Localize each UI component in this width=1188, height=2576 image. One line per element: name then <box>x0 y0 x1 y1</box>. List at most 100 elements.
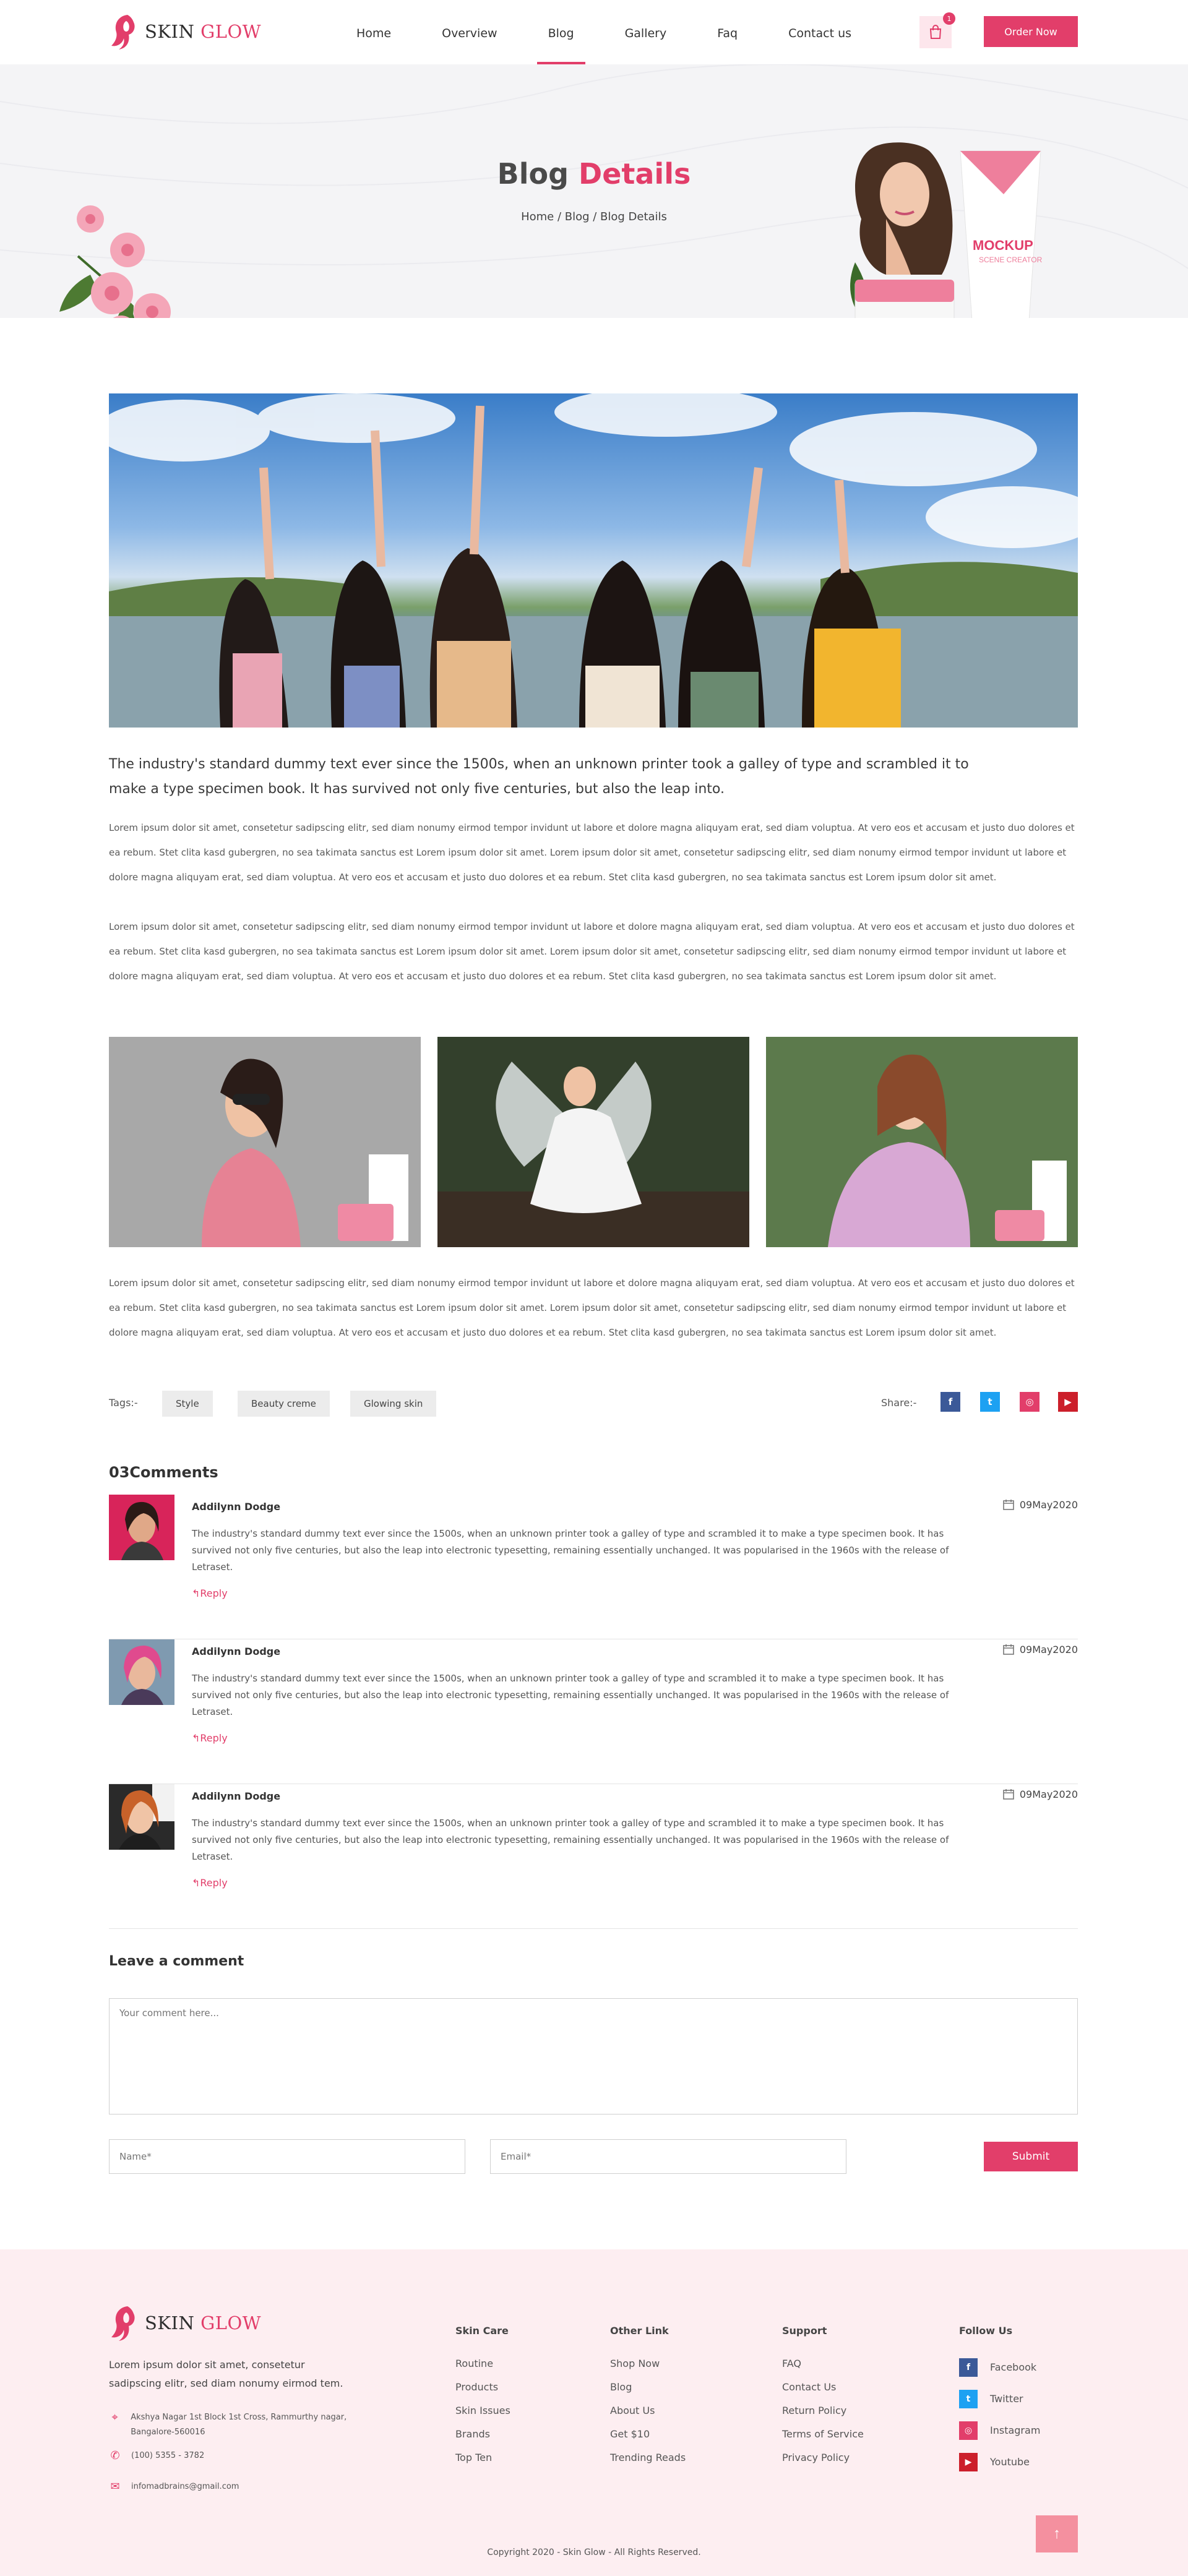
cart-count-badge: 1 <box>943 12 955 25</box>
facebook-icon: f <box>959 2358 978 2377</box>
email-field[interactable] <box>490 2139 846 2174</box>
woman-lilac-dress-illustration <box>766 1037 1078 1247</box>
nav-faq[interactable]: Faq <box>717 0 738 64</box>
footer-link-terms[interactable]: Terms of Service <box>782 2428 864 2452</box>
footer-col-title: Follow Us <box>959 2325 1013 2337</box>
blog-hero-image <box>109 393 1078 728</box>
footer-link-return-policy[interactable]: Return Policy <box>782 2405 864 2428</box>
footer-about: Lorem ipsum dolor sit amet, consetetur s… <box>109 2359 343 2389</box>
footer-link-top-ten[interactable]: Top Ten <box>455 2452 510 2475</box>
footer-col-skin-care: Skin Care Routine Products Skin Issues B… <box>455 2325 510 2475</box>
footer-col-other-link: Other Link Shop Now Blog About Us Get $1… <box>610 2325 686 2475</box>
nav-gallery[interactable]: Gallery <box>625 0 667 64</box>
share-instagram-icon[interactable]: ◎ <box>1020 1392 1040 1412</box>
article-lead: The industry's standard dummy text ever … <box>109 757 969 797</box>
footer-col-title: Other Link <box>610 2325 669 2337</box>
reply-label: Reply <box>200 1587 228 1599</box>
follow-instagram[interactable]: ◎ Instagram <box>959 2415 1040 2446</box>
instagram-icon: ◎ <box>959 2421 978 2440</box>
site-header: SKIN GLOW Home Overview Blog Gallery Faq… <box>0 0 1188 64</box>
footer-link-privacy[interactable]: Privacy Policy <box>782 2452 864 2475</box>
footer-link-skin-issues[interactable]: Skin Issues <box>455 2405 510 2428</box>
footer-link-products[interactable]: Products <box>455 2381 510 2405</box>
share-twitter-icon[interactable]: t <box>980 1392 1000 1412</box>
follow-label: Facebook <box>990 2361 1037 2373</box>
gallery-image-2 <box>437 1037 749 1247</box>
tag-beauty-creme[interactable]: Beauty creme <box>238 1391 330 1417</box>
comment-author: Addilynn Dodge <box>192 1790 281 1802</box>
follow-youtube[interactable]: ▶ Youtube <box>959 2446 1040 2478</box>
footer-email: ✉ infomadbrains@gmail.com <box>109 2479 239 2494</box>
follow-twitter[interactable]: t Twitter <box>959 2383 1040 2415</box>
reply-icon: ↰ <box>192 1732 200 1744</box>
comment-author: Addilynn Dodge <box>192 1646 281 1657</box>
comment-item: Addilynn Dodge 09May2020 The industry's … <box>109 1639 1078 1784</box>
logo-text-part1: SKIN <box>145 21 195 42</box>
name-field[interactable] <box>109 2139 465 2174</box>
comment-date: 09May2020 <box>1002 1788 1078 1800</box>
nav-overview[interactable]: Overview <box>442 0 497 64</box>
nav-home[interactable]: Home <box>356 0 391 64</box>
page-title-part2: Details <box>579 157 691 191</box>
tube-sub-label: SCENE CREATOR <box>979 255 1043 264</box>
reply-link[interactable]: ↰Reply <box>192 1587 228 1599</box>
page-banner: Blog Details Home / Blog / Blog Details … <box>0 64 1188 318</box>
article-gallery <box>109 1037 1078 1247</box>
footer-address-text: Akshya Nagar 1st Block 1st Cross, Rammur… <box>131 2413 347 2437</box>
footer-col-follow-us: Follow Us f Facebook t Twitter ◎ Instagram … <box>959 2325 1040 2478</box>
footer-link-contact-us[interactable]: Contact Us <box>782 2381 864 2405</box>
footer-link-trending-reads[interactable]: Trending Reads <box>610 2452 686 2475</box>
footer-link-shop-now[interactable]: Shop Now <box>610 2358 686 2381</box>
tag-glowing-skin[interactable]: Glowing skin <box>350 1391 437 1417</box>
footer-link-about-us[interactable]: About Us <box>610 2405 686 2428</box>
leave-comment-title: Leave a comment <box>109 1954 244 1969</box>
follow-label: Twitter <box>990 2393 1023 2405</box>
site-footer: SKIN GLOW Lorem ipsum dolor sit amet, co… <box>0 2249 1188 2576</box>
footer-link-get-10[interactable]: Get $10 <box>610 2428 686 2452</box>
reply-link[interactable]: ↰Reply <box>192 1877 228 1889</box>
comment-date-text: 09May2020 <box>1019 1498 1078 1511</box>
logo-woman-icon <box>111 15 135 49</box>
comment-date: 09May2020 <box>1002 1643 1078 1655</box>
tags-share-row: Tags:- Style Beauty creme Glowing skin S… <box>109 1391 1078 1418</box>
share-facebook-icon[interactable]: f <box>940 1392 960 1412</box>
submit-button[interactable]: Submit <box>984 2142 1078 2171</box>
footer-email-text[interactable]: infomadbrains@gmail.com <box>131 2479 239 2494</box>
tags-label: Tags:- <box>109 1397 138 1409</box>
share-youtube-icon[interactable]: ▶ <box>1058 1392 1078 1412</box>
order-now-button[interactable]: Order Now <box>984 16 1078 47</box>
follow-facebook[interactable]: f Facebook <box>959 2351 1040 2383</box>
footer-link-faq[interactable]: FAQ <box>782 2358 864 2381</box>
reply-label: Reply <box>200 1877 228 1889</box>
site-logo[interactable]: SKIN GLOW <box>109 12 261 51</box>
article-paragraph-3: Lorem ipsum dolor sit amet, consetetur s… <box>109 1277 1075 1338</box>
follow-label: Youtube <box>990 2456 1030 2468</box>
reply-label: Reply <box>200 1732 228 1744</box>
main-nav: Home Overview Blog Gallery Faq Contact u… <box>345 0 851 64</box>
logo-text-part2: GLOW <box>200 21 262 42</box>
footer-link-blog[interactable]: Blog <box>610 2381 686 2405</box>
article-paragraph-1: Lorem ipsum dolor sit amet, consetetur s… <box>109 822 1075 883</box>
gallery-image-1 <box>109 1037 421 1247</box>
scroll-to-top-button[interactable]: ↑ <box>1036 2515 1078 2552</box>
comment-textarea[interactable] <box>109 1998 1078 2114</box>
tag-style[interactable]: Style <box>162 1391 213 1417</box>
footer-logo-text: SKIN GLOW <box>145 2312 261 2333</box>
nav-blog[interactable]: Blog <box>536 0 585 64</box>
footer-link-routine[interactable]: Routine <box>455 2358 510 2381</box>
footer-link-brands[interactable]: Brands <box>455 2428 510 2452</box>
location-pin-icon: ⌖ <box>111 2411 118 2424</box>
reply-link[interactable]: ↰Reply <box>192 1732 228 1744</box>
girls-by-lake-illustration <box>109 393 1078 728</box>
footer-logo[interactable]: SKIN GLOW <box>109 2304 261 2342</box>
phone-icon: ✆ <box>110 2449 120 2462</box>
model-with-products-image: MOCKUP MOCKUP SCENE CREATOR <box>850 142 1043 318</box>
logo-woman-icon <box>111 2306 135 2341</box>
cart-button[interactable]: 1 <box>919 12 955 48</box>
gallery-image-3 <box>766 1037 1078 1247</box>
follow-label: Instagram <box>990 2424 1041 2436</box>
footer-logo-text-part1: SKIN <box>145 2312 195 2333</box>
comment-date: 09May2020 <box>1002 1498 1078 1511</box>
copyright: Copyright 2020 - Skin Glow - All Rights … <box>487 2548 701 2557</box>
nav-contact-us[interactable]: Contact us <box>788 0 851 64</box>
